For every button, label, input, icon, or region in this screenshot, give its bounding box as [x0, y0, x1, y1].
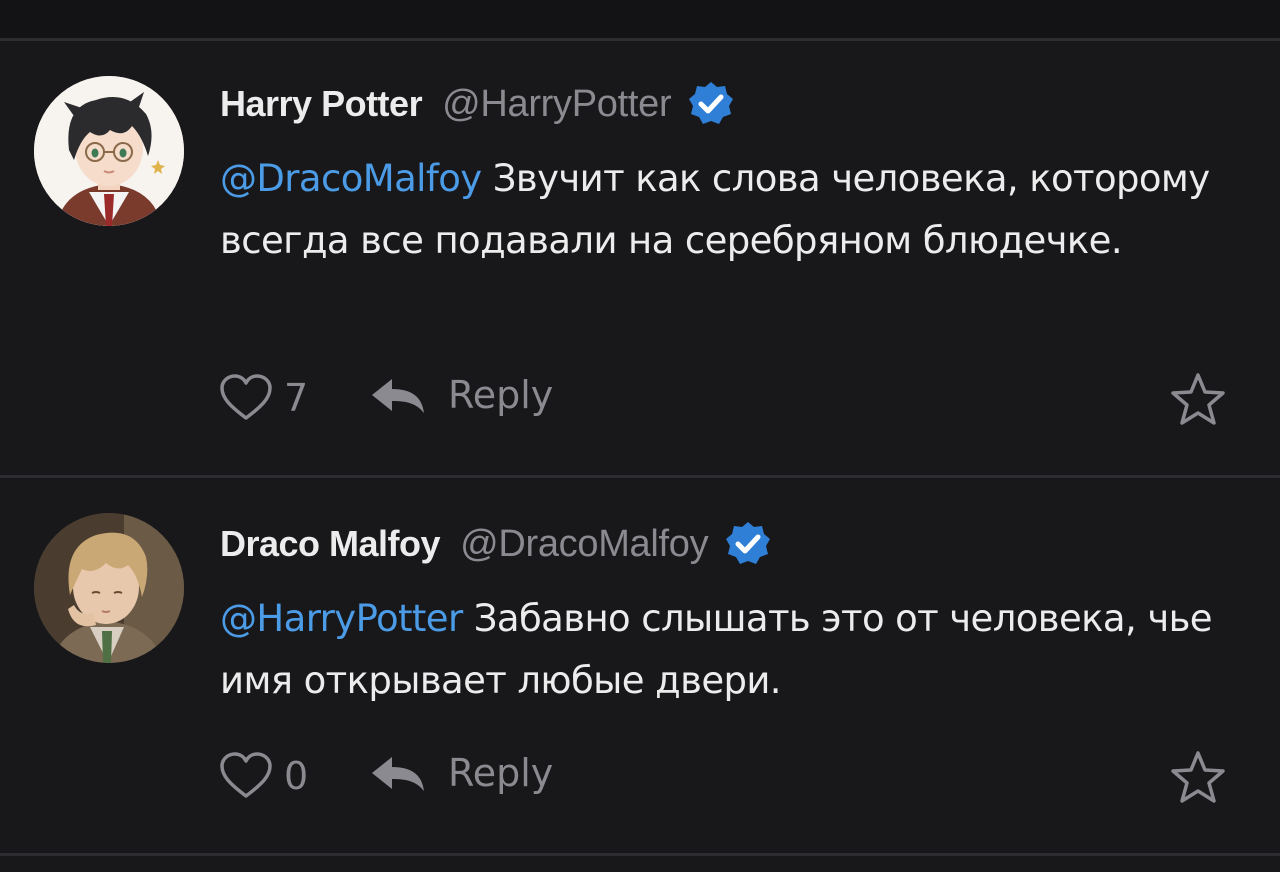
reply-button[interactable]: Reply — [368, 373, 553, 417]
comment-actions: 0 Reply — [218, 751, 1228, 811]
like-count: 0 — [284, 754, 309, 798]
author-name[interactable]: Draco Malfoy — [220, 523, 441, 565]
avatar[interactable] — [34, 513, 184, 663]
avatar-harry-illustration — [34, 76, 184, 226]
author-name[interactable]: Harry Potter — [220, 83, 423, 125]
mention-link[interactable]: @DracoMalfoy — [220, 157, 482, 200]
avatar[interactable] — [34, 76, 184, 226]
like-button[interactable]: 0 — [218, 751, 308, 801]
reply-label: Reply — [448, 751, 554, 795]
star-outline-icon — [1171, 751, 1225, 803]
comment-actions: 7 Reply — [218, 373, 1228, 433]
comment-card: Harry Potter @HarryPotter @DracoMalfoy З… — [0, 41, 1280, 476]
like-button[interactable]: 7 — [218, 373, 308, 423]
mention-link[interactable]: @HarryPotter — [220, 597, 463, 640]
divider — [0, 853, 1280, 856]
favorite-button[interactable] — [1168, 749, 1228, 813]
favorite-button[interactable] — [1168, 371, 1228, 435]
comment-body: @HarryPotter Забавно слышать это от чело… — [220, 588, 1250, 712]
verified-badge-icon — [726, 522, 771, 564]
comment-card: Draco Malfoy @DracoMalfoy @HarryPotter З… — [0, 478, 1280, 853]
reply-button[interactable]: Reply — [368, 751, 553, 795]
heart-outline-icon — [220, 374, 272, 420]
heart-outline-icon — [220, 752, 272, 798]
like-count: 7 — [284, 376, 309, 420]
verified-badge-icon — [689, 82, 734, 124]
author-handle[interactable]: @HarryPotter — [442, 83, 672, 126]
reply-arrow-icon — [372, 757, 424, 791]
star-outline-icon — [1171, 373, 1225, 425]
comment-body: @DracoMalfoy Звучит как слова человека, … — [220, 148, 1250, 272]
author-handle[interactable]: @DracoMalfoy — [460, 523, 709, 566]
avatar-draco-illustration — [34, 513, 184, 663]
reply-arrow-icon — [372, 379, 424, 413]
top-edge — [0, 0, 1280, 38]
comment-header: Harry Potter @HarryPotter — [220, 79, 735, 129]
reply-label: Reply — [448, 373, 554, 417]
comment-header: Draco Malfoy @DracoMalfoy — [220, 519, 772, 569]
